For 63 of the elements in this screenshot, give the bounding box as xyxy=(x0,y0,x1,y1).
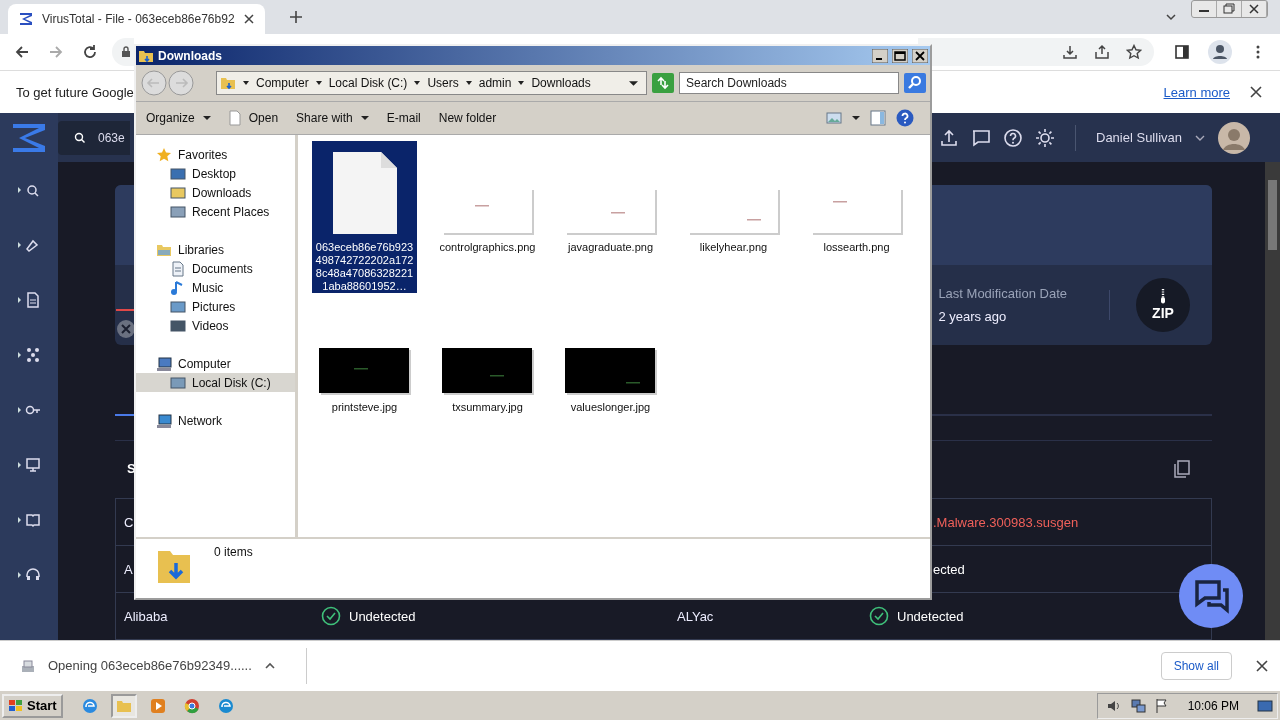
start-button[interactable]: Start xyxy=(2,693,63,718)
engine-name: ALYac xyxy=(677,608,714,624)
nav-item[interactable]: Pictures xyxy=(136,297,295,316)
user-name[interactable]: Daniel Sullivan xyxy=(1096,130,1182,145)
breadcrumb-item[interactable]: Downloads xyxy=(531,76,591,90)
file-name: valueslonger.jpg xyxy=(569,401,652,414)
item-count: 0 items xyxy=(214,545,253,559)
nav-item[interactable]: Network xyxy=(136,411,295,430)
file-item[interactable]: printsteve.jpg xyxy=(312,301,417,453)
detection-result: Undetected xyxy=(897,608,964,624)
file-item[interactable]: txsummary.jpg xyxy=(435,301,540,453)
nav-item[interactable]: Recent Places xyxy=(136,202,295,221)
engine-name: Alibaba xyxy=(124,608,168,624)
nav-item[interactable]: Libraries xyxy=(136,240,295,259)
file-name: txsummary.jpg xyxy=(451,401,524,414)
nav-item[interactable]: Favorites xyxy=(136,145,295,164)
file-name: javagraduate.png xyxy=(566,241,654,254)
engine-name: C xyxy=(124,514,134,530)
address-bar[interactable]: Computer Local Disk (C:) Users admin Downloads xyxy=(216,71,647,95)
nav-item[interactable]: Computer xyxy=(136,354,295,373)
breadcrumb-item[interactable]: Local Disk (C:) xyxy=(328,76,408,90)
nav-item[interactable]: Local Disk (C:) xyxy=(136,373,295,392)
breadcrumb-item[interactable]: Users xyxy=(427,76,459,90)
file-name: likelyhear.png xyxy=(698,241,769,254)
window-title: Downloads xyxy=(158,48,222,63)
date-value: 2 years ago xyxy=(938,309,1008,325)
file-item[interactable]: lossearth.png xyxy=(804,141,909,293)
file-item[interactable]: javagraduate.png xyxy=(558,141,663,293)
file-name: lossearth.png xyxy=(822,241,891,254)
file-item[interactable]: valueslonger.jpg xyxy=(558,301,663,453)
tab-title: VirusTotal - File - 063eceb86e76b92 xyxy=(42,12,235,26)
date-label: Last Modification Date xyxy=(938,286,1067,302)
infobar-message: To get future Google xyxy=(16,84,134,100)
file-name: printsteve.jpg xyxy=(330,401,399,414)
toolbar-button[interactable]: Share with xyxy=(292,106,373,130)
toolbar-button[interactable]: Open xyxy=(224,106,283,130)
learn-more-link[interactable]: Learn more xyxy=(1163,84,1230,100)
file-name: controlgraphics.png xyxy=(438,241,537,254)
nav-item[interactable]: Documents xyxy=(136,259,295,278)
clock[interactable]: 10:06 PM xyxy=(1187,698,1239,713)
file-type-badge: ZIP xyxy=(1136,278,1190,333)
detection-result: ected xyxy=(933,561,965,577)
nav-item[interactable]: Desktop xyxy=(136,164,295,183)
nav-item[interactable]: Music xyxy=(136,278,295,297)
file-item[interactable]: controlgraphics.png xyxy=(435,141,540,293)
search-field[interactable]: Search Downloads xyxy=(679,72,899,94)
engine-name: A xyxy=(124,561,133,577)
file-item[interactable]: likelyhear.png xyxy=(681,141,786,293)
file-name: 063eceb86e76b923498742722202a1728c48a470863282211aba88601952… xyxy=(314,241,415,293)
detection-result: Undetected xyxy=(349,608,416,624)
nav-item[interactable]: Downloads xyxy=(136,183,295,202)
breadcrumb-item[interactable]: Computer xyxy=(256,76,309,90)
file-item[interactable]: 063eceb86e76b923498742722202a1728c48a470863282211aba88601952… xyxy=(312,141,417,293)
show-all-button[interactable]: Show all xyxy=(1160,651,1232,680)
toolbar-button[interactable]: Organize xyxy=(142,106,215,130)
breadcrumb-item[interactable]: admin xyxy=(478,76,512,90)
toolbar-button[interactable]: E-mail xyxy=(382,106,425,130)
download-item[interactable]: Opening 063eceb86e76b92349...... xyxy=(20,657,282,674)
detection-result: .Malware.300983.susgen xyxy=(933,514,1079,530)
nav-item[interactable]: Videos xyxy=(136,316,295,335)
search-field[interactable]: 063e xyxy=(58,120,130,155)
browser-tab[interactable]: VirusTotal - File - 063eceb86e76b92 xyxy=(8,4,265,34)
toolbar-button[interactable]: New folder xyxy=(434,106,501,130)
